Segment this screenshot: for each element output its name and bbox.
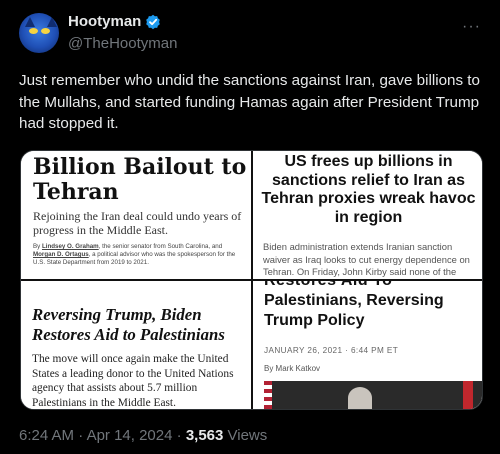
panel1-byline-author2: Morgan D. Ortagus bbox=[33, 251, 89, 258]
avatar-ear-right bbox=[47, 17, 57, 27]
media-panel-npr-article: Restores Aid To Palestinians, Reversing … bbox=[253, 281, 482, 409]
author-handle[interactable]: @TheHootyman bbox=[68, 35, 177, 52]
panel4-photo bbox=[264, 381, 482, 409]
tweet-text: Just remember who undid the sanctions ag… bbox=[19, 72, 480, 132]
panel4-author: By Mark Katkov bbox=[264, 364, 321, 373]
panel1-byline: By Lindsey O. Graham, the senior senator… bbox=[33, 243, 245, 267]
meta-separator: · bbox=[172, 427, 186, 444]
meta-separator: · bbox=[74, 427, 87, 444]
more-options-icon[interactable]: ··· bbox=[462, 18, 481, 36]
avatar-eye-right bbox=[41, 28, 50, 34]
panel4-date: JANUARY 26, 2021 · 6:44 PM ET bbox=[264, 346, 399, 355]
tweet-meta: 6:24 AM · Apr 14, 2024 · 3,563 Views bbox=[19, 427, 267, 444]
views-label: Views bbox=[223, 427, 268, 444]
panel3-body: The move will once again make the United… bbox=[32, 353, 234, 409]
panel1-headline-line2: Tehran bbox=[33, 179, 119, 205]
avatar-eye-left bbox=[29, 28, 38, 34]
media-panel-billion-bailout: Billion Bailout to Tehran Rejoining the … bbox=[21, 151, 251, 279]
panel1-byline-by: By bbox=[33, 243, 42, 250]
panel4-cut-headline: Restores Aid To bbox=[264, 281, 392, 290]
owl-avatar-icon[interactable] bbox=[19, 13, 59, 53]
media-panel-sanctions-relief: US frees up billions in sanctions relief… bbox=[253, 151, 482, 279]
tweet-media-image[interactable]: Billion Bailout to Tehran Rejoining the … bbox=[20, 150, 483, 410]
media-divider-horizontal bbox=[21, 279, 482, 281]
panel1-byline-author1: Lindsey O. Graham bbox=[41, 243, 99, 250]
panel2-headline: US frees up billions in sanctions relief… bbox=[261, 153, 476, 226]
tweet-date[interactable]: Apr 14, 2024 bbox=[87, 427, 173, 444]
panel1-headline: Billion Bailout to Tehran bbox=[33, 155, 246, 205]
panel1-headline-line1: Billion Bailout to bbox=[33, 154, 247, 180]
views-count: 3,563 bbox=[185, 427, 224, 444]
panel2-body: Biden administration extends Iranian san… bbox=[263, 241, 470, 279]
panel4-photo-person bbox=[348, 387, 372, 409]
avatar-ear-left bbox=[25, 17, 35, 27]
tweet-time[interactable]: 6:24 AM bbox=[19, 427, 74, 444]
media-panel-restores-aid: Reversing Trump, Biden Restores Aid to P… bbox=[21, 281, 251, 409]
author-name[interactable]: Hootyman bbox=[68, 13, 161, 30]
panel1-byline-mid: , the senior senator from South Carolina… bbox=[98, 243, 223, 250]
verified-badge-icon[interactable] bbox=[145, 14, 161, 30]
panel4-headline: Palestinians, Reversing Trump Policy bbox=[264, 292, 444, 329]
author-name-text[interactable]: Hootyman bbox=[68, 13, 141, 30]
palestinian-flag-icon bbox=[463, 381, 473, 409]
panel1-subhead: Rejoining the Iran deal could undo years… bbox=[33, 209, 242, 237]
us-flag-icon bbox=[264, 381, 272, 409]
panel3-headline: Reversing Trump, Biden Restores Aid to P… bbox=[32, 305, 225, 344]
